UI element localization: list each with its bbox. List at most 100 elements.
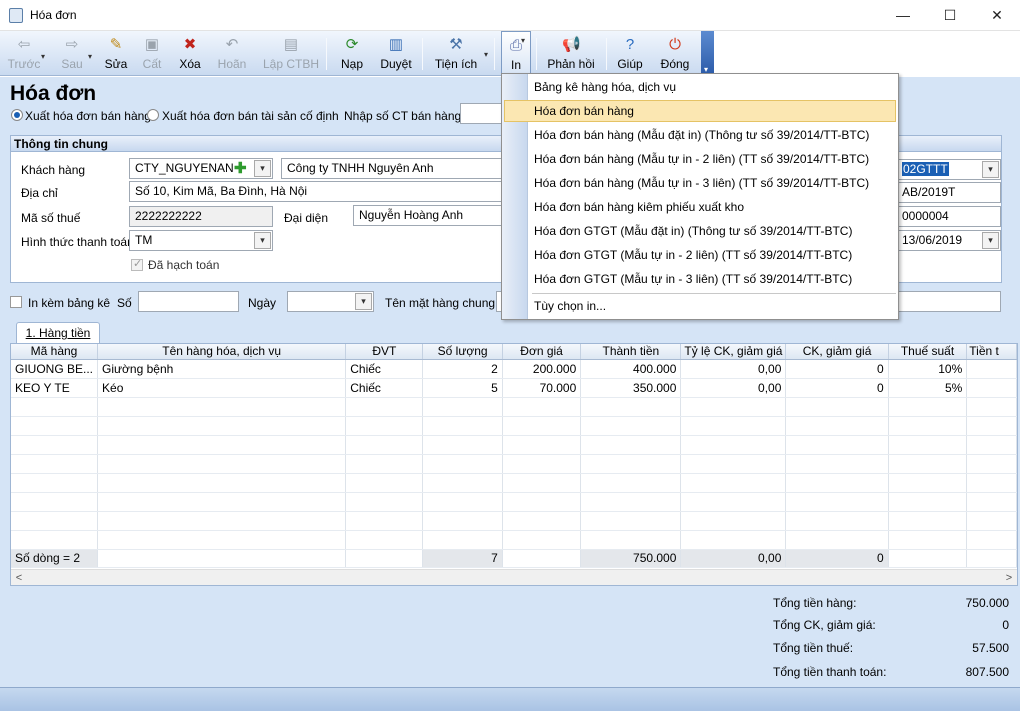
col-header-discount-rate[interactable]: Tỷ lệ CK, giảm giá — [680, 344, 787, 360]
maximize-button[interactable]: ☐ — [927, 0, 973, 31]
address-field[interactable]: Số 10, Kim Mã, Ba Đình, Hà Nội — [129, 181, 502, 202]
radio-sale-invoice[interactable] — [11, 109, 23, 121]
menu-item-goods-list[interactable]: Bảng kê hàng hóa, dịch vụ — [504, 76, 896, 98]
tab-goods-money[interactable]: 1. Hàng tiền — [16, 322, 100, 344]
col-header-tax-rate[interactable]: Thuế suất — [888, 344, 968, 360]
menu-item-sales-invoice-warehouse[interactable]: Hóa đơn bán hàng kiêm phiếu xuất kho — [504, 196, 896, 218]
toolbar-separator — [326, 38, 327, 70]
chevron-down-icon[interactable]: ▾ — [254, 160, 271, 177]
menu-item-print-options[interactable]: Tùy chọn in... — [504, 295, 896, 317]
prev-button[interactable]: ⇦ Trước — [4, 31, 44, 76]
empty-row[interactable] — [11, 454, 1017, 474]
empty-row[interactable] — [11, 435, 1017, 455]
megaphone-icon: 📢 — [562, 36, 581, 53]
items-table: Mã hàng Tên hàng hóa, dịch vụ ĐVT Số lượ… — [11, 344, 1017, 568]
attach-date-input[interactable]: ▾ — [287, 291, 374, 312]
chevron-down-icon[interactable]: ▾ — [982, 232, 999, 249]
next-button[interactable]: ⇨ Sau — [52, 31, 92, 76]
tax-code-field[interactable]: 2222222222 — [129, 206, 273, 227]
grid-footer-row: Số dòng = 2 7 750.000 0,00 0 — [11, 548, 1017, 568]
radio-asset-invoice[interactable] — [147, 109, 159, 121]
empty-row[interactable] — [11, 511, 1017, 531]
feedback-button[interactable]: 📢 Phản hồi — [545, 31, 597, 76]
customer-name-field[interactable]: Công ty TNHH Nguyên Anh — [281, 158, 502, 179]
edit-button[interactable]: ✎ Sửa — [100, 31, 132, 76]
attach-list-checkbox[interactable] — [10, 296, 22, 308]
radio-asset-invoice-label: Xuất hóa đơn bán tài sản cố định — [162, 109, 339, 123]
help-button[interactable]: ? Giúp — [614, 31, 646, 76]
arrow-right-icon: ⇨ — [65, 36, 79, 53]
col-header-unit[interactable]: ĐVT — [345, 344, 424, 360]
attach-list-label: In kèm bảng kê — [28, 296, 111, 310]
table-row[interactable]: GIUONG BE... Giường bệnh Chiếc 2 200.000… — [11, 359, 1017, 379]
toolbar-separator — [422, 38, 423, 70]
undo-button[interactable]: ↶ Hoãn — [213, 31, 251, 76]
minimize-button[interactable]: — — [880, 0, 926, 31]
invoice-form-combo[interactable]: 02GTTT ▾ — [898, 159, 1001, 180]
empty-row[interactable] — [11, 473, 1017, 493]
empty-row[interactable] — [11, 416, 1017, 436]
close-window-button[interactable]: ✕ — [974, 0, 1020, 31]
status-bar — [0, 687, 1020, 711]
col-header-qty[interactable]: Số lượng — [422, 344, 503, 360]
print-dropdown-icon[interactable]: ▾ — [521, 36, 525, 45]
close-form-button[interactable]: ⏻ Đóng — [657, 31, 693, 76]
menu-item-vat-invoice-2copies[interactable]: Hóa đơn GTGT (Mẫu tự in - 2 liên) (TT số… — [504, 244, 896, 266]
table-row[interactable]: KEO Y TE Kéo Chiếc 5 70.000 350.000 0,00… — [11, 378, 1017, 398]
prev-dropdown-icon[interactable]: ▾ — [41, 52, 45, 61]
menu-item-sales-invoice[interactable]: Hóa đơn bán hàng — [504, 100, 896, 122]
posted-checkbox[interactable] — [131, 257, 143, 271]
horizontal-scrollbar[interactable]: < > — [11, 569, 1017, 585]
menu-item-sales-invoice-3copies[interactable]: Hóa đơn bán hàng (Mẫu tự in - 3 liên) (T… — [504, 172, 896, 194]
customer-code-combo[interactable]: CTY_NGUYENANH ✚ ▾ — [129, 158, 273, 179]
utilities-dropdown-icon[interactable]: ▾ — [484, 50, 488, 59]
toolbar-separator — [536, 38, 537, 70]
col-header-tax-amount[interactable]: Tiền t — [966, 344, 1017, 360]
invoice-date-field[interactable]: 13/06/2019 ▾ — [898, 230, 1001, 251]
posted-label: Đã hạch toán — [148, 258, 220, 272]
create-doc-button[interactable]: ▤ Lập CTBH — [262, 31, 320, 76]
chevron-down-icon[interactable]: ▾ — [254, 232, 271, 249]
scroll-left-icon[interactable]: < — [11, 570, 27, 585]
empty-row[interactable] — [11, 397, 1017, 417]
radio-sale-invoice-label: Xuất hóa đơn bán hàng — [25, 109, 151, 123]
total-amount: 750.000 — [580, 548, 682, 568]
attach-number-label: Số — [117, 296, 132, 310]
payment-method-label: Hình thức thanh toán — [21, 235, 134, 249]
chevron-down-icon[interactable]: ▾ — [982, 161, 999, 178]
col-header-amount[interactable]: Thành tiền — [580, 344, 682, 360]
floppy-disk-icon: ▣ — [144, 36, 160, 53]
empty-row[interactable] — [11, 530, 1017, 550]
menu-item-vat-invoice-3copies[interactable]: Hóa đơn GTGT (Mẫu tự in - 3 liên) (TT số… — [504, 268, 896, 290]
import-doc-input[interactable] — [460, 103, 502, 124]
invoice-number-field[interactable]: 0000004 — [898, 206, 1001, 227]
document-check-icon: ▥ — [388, 36, 404, 53]
toolbar-overflow-button[interactable]: ▾ — [701, 31, 714, 76]
empty-row[interactable] — [11, 492, 1017, 512]
add-customer-icon[interactable]: ✚ — [234, 160, 247, 177]
scroll-right-icon[interactable]: > — [1001, 570, 1017, 585]
utilities-button[interactable]: ⚒ Tiện ích — [432, 31, 480, 76]
save-button[interactable]: ▣ Cất — [137, 31, 167, 76]
col-header-name[interactable]: Tên hàng hóa, dịch vụ — [97, 344, 347, 360]
col-header-discount[interactable]: CK, giảm giá — [785, 344, 889, 360]
representative-field[interactable]: Nguyễn Hoàng Anh — [353, 205, 502, 226]
menu-item-sales-invoice-preprinted[interactable]: Hóa đơn bán hàng (Mẫu đặt in) (Thông tư … — [504, 124, 896, 146]
title-bar: Hóa đơn — ☐ ✕ — [0, 0, 1020, 31]
menu-separator — [532, 293, 896, 294]
approve-button[interactable]: ▥ Duyệt — [377, 31, 415, 76]
load-button[interactable]: ⟳ Nạp — [336, 31, 368, 76]
col-header-code[interactable]: Mã hàng — [11, 344, 99, 360]
print-button[interactable]: ⎙ In — [501, 31, 531, 76]
menu-item-sales-invoice-2copies[interactable]: Hóa đơn bán hàng (Mẫu tự in - 2 liên) (T… — [504, 148, 896, 170]
delete-button[interactable]: ✖ Xóa — [173, 31, 207, 76]
col-header-price[interactable]: Đơn giá — [502, 344, 582, 360]
payment-method-combo[interactable]: TM ▾ — [129, 230, 273, 251]
menu-item-vat-invoice-preprinted[interactable]: Hóa đơn GTGT (Mẫu đặt in) (Thông tư số 3… — [504, 220, 896, 242]
total-qty: 7 — [422, 548, 503, 568]
chevron-down-icon[interactable]: ▾ — [355, 293, 372, 310]
serial-field[interactable]: AB/2019T — [898, 182, 1001, 203]
attach-number-input[interactable] — [138, 291, 239, 312]
next-dropdown-icon[interactable]: ▾ — [88, 52, 92, 61]
attach-date-label: Ngày — [248, 296, 277, 310]
